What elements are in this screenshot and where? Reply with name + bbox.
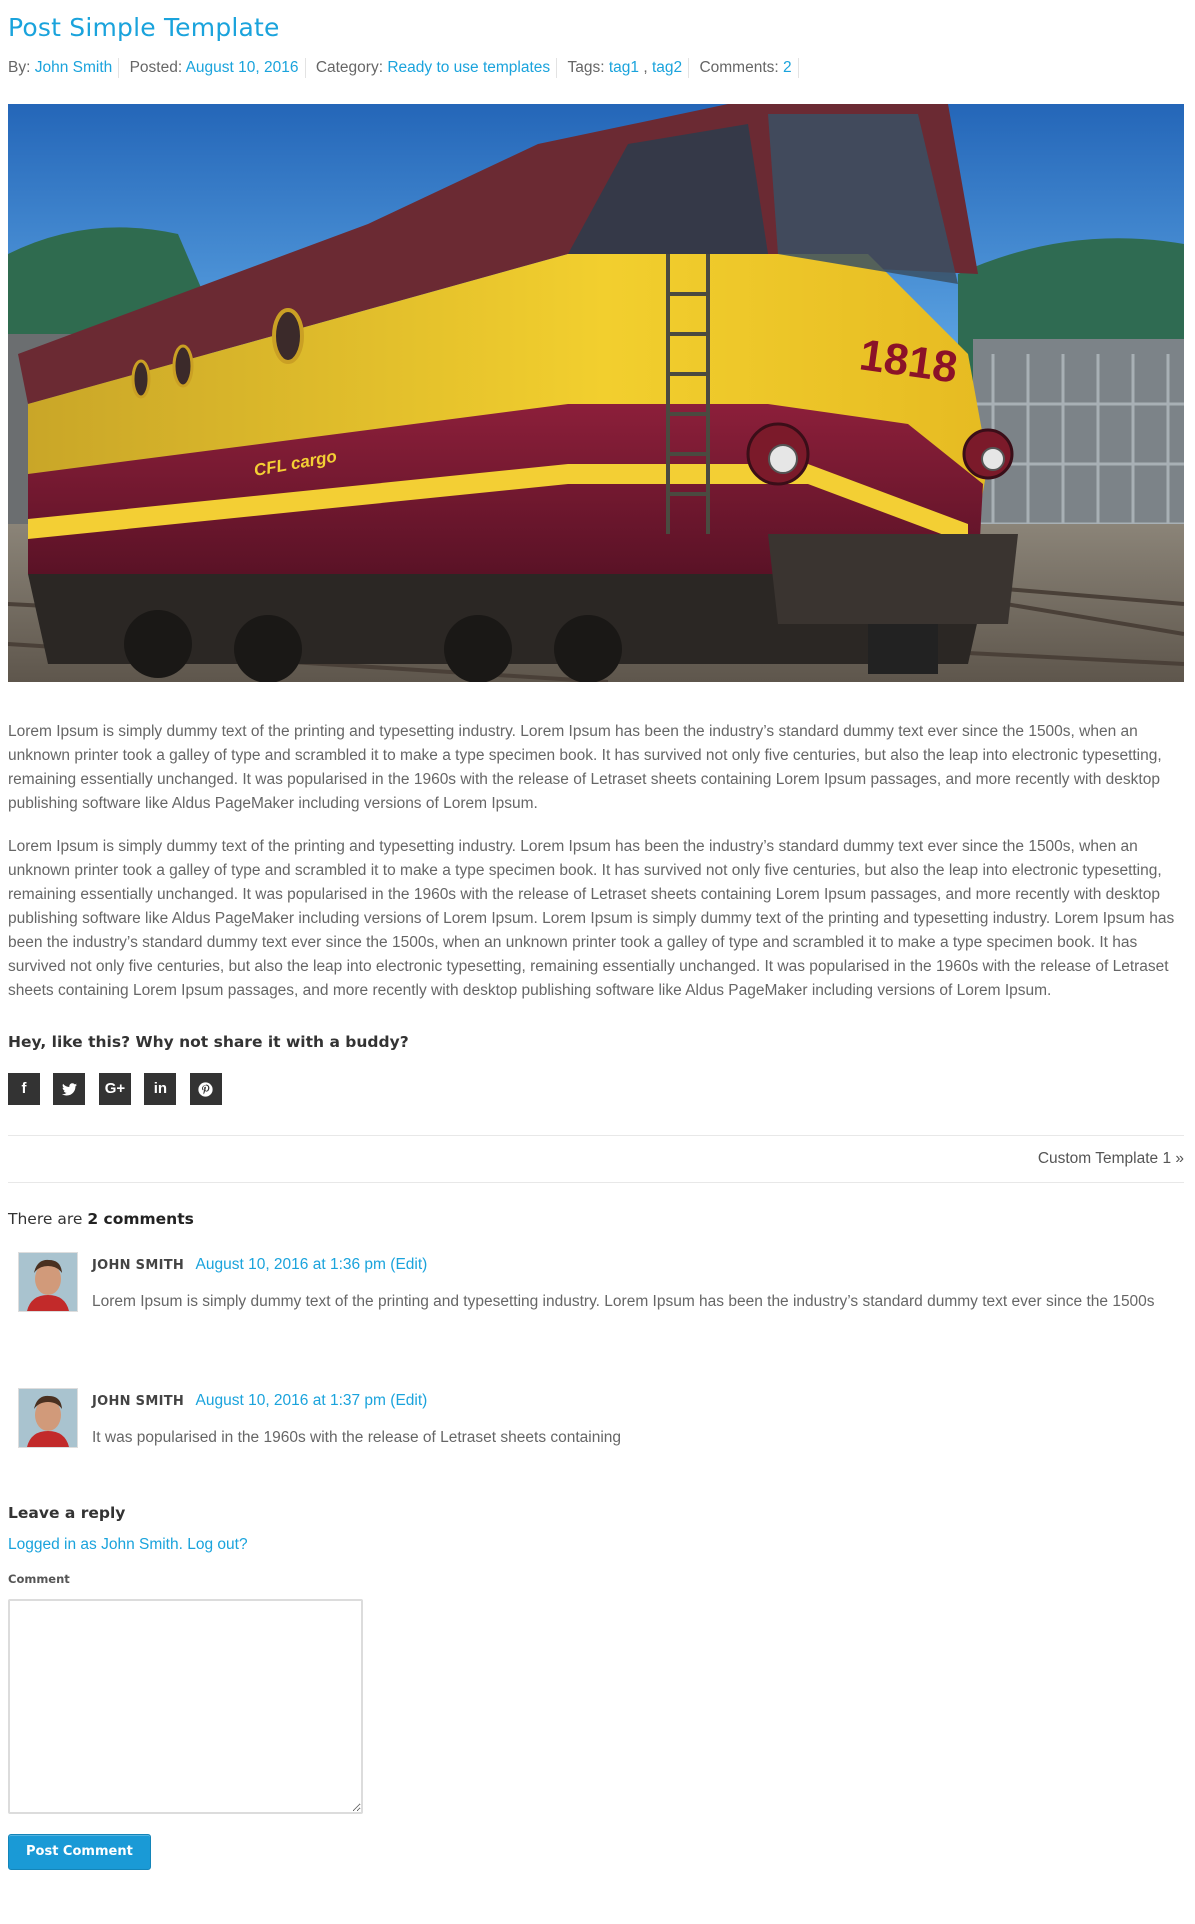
meta-author-link[interactable]: John Smith bbox=[35, 59, 113, 76]
twitter-icon bbox=[61, 1082, 77, 1095]
next-post-link[interactable]: Custom Template 1 » bbox=[1038, 1150, 1184, 1167]
comments-title: There are 2 comments bbox=[8, 1210, 1184, 1228]
meta-category-link[interactable]: Ready to use templates bbox=[387, 59, 550, 76]
comment-date-link[interactable]: August 10, 2016 at 1:37 pm bbox=[196, 1392, 386, 1409]
twitter-share-button[interactable] bbox=[53, 1073, 86, 1105]
meta-tag-link[interactable]: tag1 bbox=[609, 59, 639, 76]
meta-author: By: John Smith bbox=[8, 58, 120, 78]
meta-comments-label: Comments: bbox=[699, 59, 779, 76]
comment-edit-link[interactable]: (Edit) bbox=[390, 1256, 427, 1273]
comment-text: Lorem Ipsum is simply dummy text of the … bbox=[92, 1293, 1155, 1310]
pinterest-icon bbox=[198, 1081, 213, 1097]
post-navigation: Custom Template 1 » bbox=[8, 1136, 1184, 1182]
post-content: Lorem Ipsum is simply dummy text of the … bbox=[8, 720, 1184, 1003]
comment-edit-link[interactable]: (Edit) bbox=[390, 1392, 427, 1409]
post-container: Post Simple Template By: John Smith Post… bbox=[8, 0, 1184, 1870]
meta-comments-count-link[interactable]: 2 bbox=[783, 59, 792, 76]
meta-by-label: By: bbox=[8, 59, 31, 76]
meta-comments: Comments: 2 bbox=[699, 58, 799, 78]
comment-item: JOHN SMITH August 10, 2016 at 1:37 pm (E… bbox=[8, 1388, 1184, 1500]
comment-textarea[interactable] bbox=[8, 1599, 363, 1814]
logged-in-separator: . bbox=[178, 1536, 188, 1553]
comment-item: JOHN SMITH August 10, 2016 at 1:36 pm (E… bbox=[8, 1252, 1184, 1388]
comment-body: JOHN SMITH August 10, 2016 at 1:37 pm (E… bbox=[92, 1390, 1184, 1450]
logout-link[interactable]: Log out? bbox=[187, 1536, 247, 1553]
google-plus-share-button[interactable]: G+ bbox=[98, 1073, 131, 1105]
meta-tags: Tags: tag1 , tag2 bbox=[567, 58, 690, 78]
comments-title-prefix: There are bbox=[8, 1210, 88, 1228]
linkedin-icon: in bbox=[153, 1080, 168, 1097]
reply-title: Leave a reply bbox=[8, 1504, 126, 1522]
logged-in-link[interactable]: Logged in as John Smith bbox=[8, 1536, 179, 1553]
logged-in-notice: Logged in as John Smith. Log out? bbox=[8, 1536, 1184, 1554]
meta-category-label: Category: bbox=[315, 59, 384, 76]
meta-posted-label: Posted: bbox=[129, 59, 183, 76]
meta-tags-label: Tags: bbox=[567, 59, 605, 76]
meta-category: Category: Ready to use templates bbox=[315, 58, 558, 78]
post-comment-button[interactable]: Post Comment bbox=[8, 1834, 151, 1870]
meta-tag-link[interactable]: tag2 bbox=[652, 59, 682, 76]
comment-text: It was popularised in the 1960s with the… bbox=[92, 1429, 622, 1446]
facebook-icon: f bbox=[21, 1080, 27, 1097]
avatar bbox=[18, 1388, 78, 1448]
share-buttons: f G+ in bbox=[8, 1073, 1184, 1105]
google-plus-icon: G+ bbox=[104, 1080, 126, 1097]
comment-label: Comment bbox=[8, 1572, 70, 1586]
comment-header: JOHN SMITH August 10, 2016 at 1:37 pm (E… bbox=[92, 1390, 1184, 1413]
comment-author: JOHN SMITH bbox=[92, 1258, 185, 1273]
post-title[interactable]: Post Simple Template bbox=[8, 0, 1184, 44]
post-paragraph: Lorem Ipsum is simply dummy text of the … bbox=[8, 723, 1162, 812]
pinterest-share-button[interactable] bbox=[189, 1073, 222, 1105]
post-paragraph: Lorem Ipsum is simply dummy text of the … bbox=[8, 838, 1175, 999]
locomotive-illustration: 1818 CFL cargo bbox=[8, 104, 1184, 682]
meta-date-link[interactable]: August 10, 2016 bbox=[186, 59, 299, 76]
comments-title-count: 2 comments bbox=[87, 1210, 194, 1228]
post-meta: By: John Smith Posted: August 10, 2016 C… bbox=[8, 58, 1184, 78]
comment-body: JOHN SMITH August 10, 2016 at 1:36 pm (E… bbox=[92, 1254, 1184, 1314]
avatar bbox=[18, 1252, 78, 1312]
meta-tag-separator: , bbox=[639, 59, 652, 76]
comment-header: JOHN SMITH August 10, 2016 at 1:36 pm (E… bbox=[92, 1254, 1184, 1277]
featured-image: 1818 CFL cargo bbox=[8, 104, 1184, 682]
meta-posted: Posted: August 10, 2016 bbox=[130, 58, 306, 78]
linkedin-share-button[interactable]: in bbox=[144, 1073, 177, 1105]
avatar-image bbox=[19, 1253, 77, 1311]
facebook-share-button[interactable]: f bbox=[8, 1073, 40, 1105]
comment-date-link[interactable]: August 10, 2016 at 1:36 pm bbox=[196, 1256, 386, 1273]
avatar-image bbox=[19, 1389, 77, 1447]
divider bbox=[8, 1182, 1184, 1183]
share-title: Hey, like this? Why not share it with a … bbox=[8, 1033, 409, 1051]
comment-author: JOHN SMITH bbox=[92, 1394, 185, 1409]
